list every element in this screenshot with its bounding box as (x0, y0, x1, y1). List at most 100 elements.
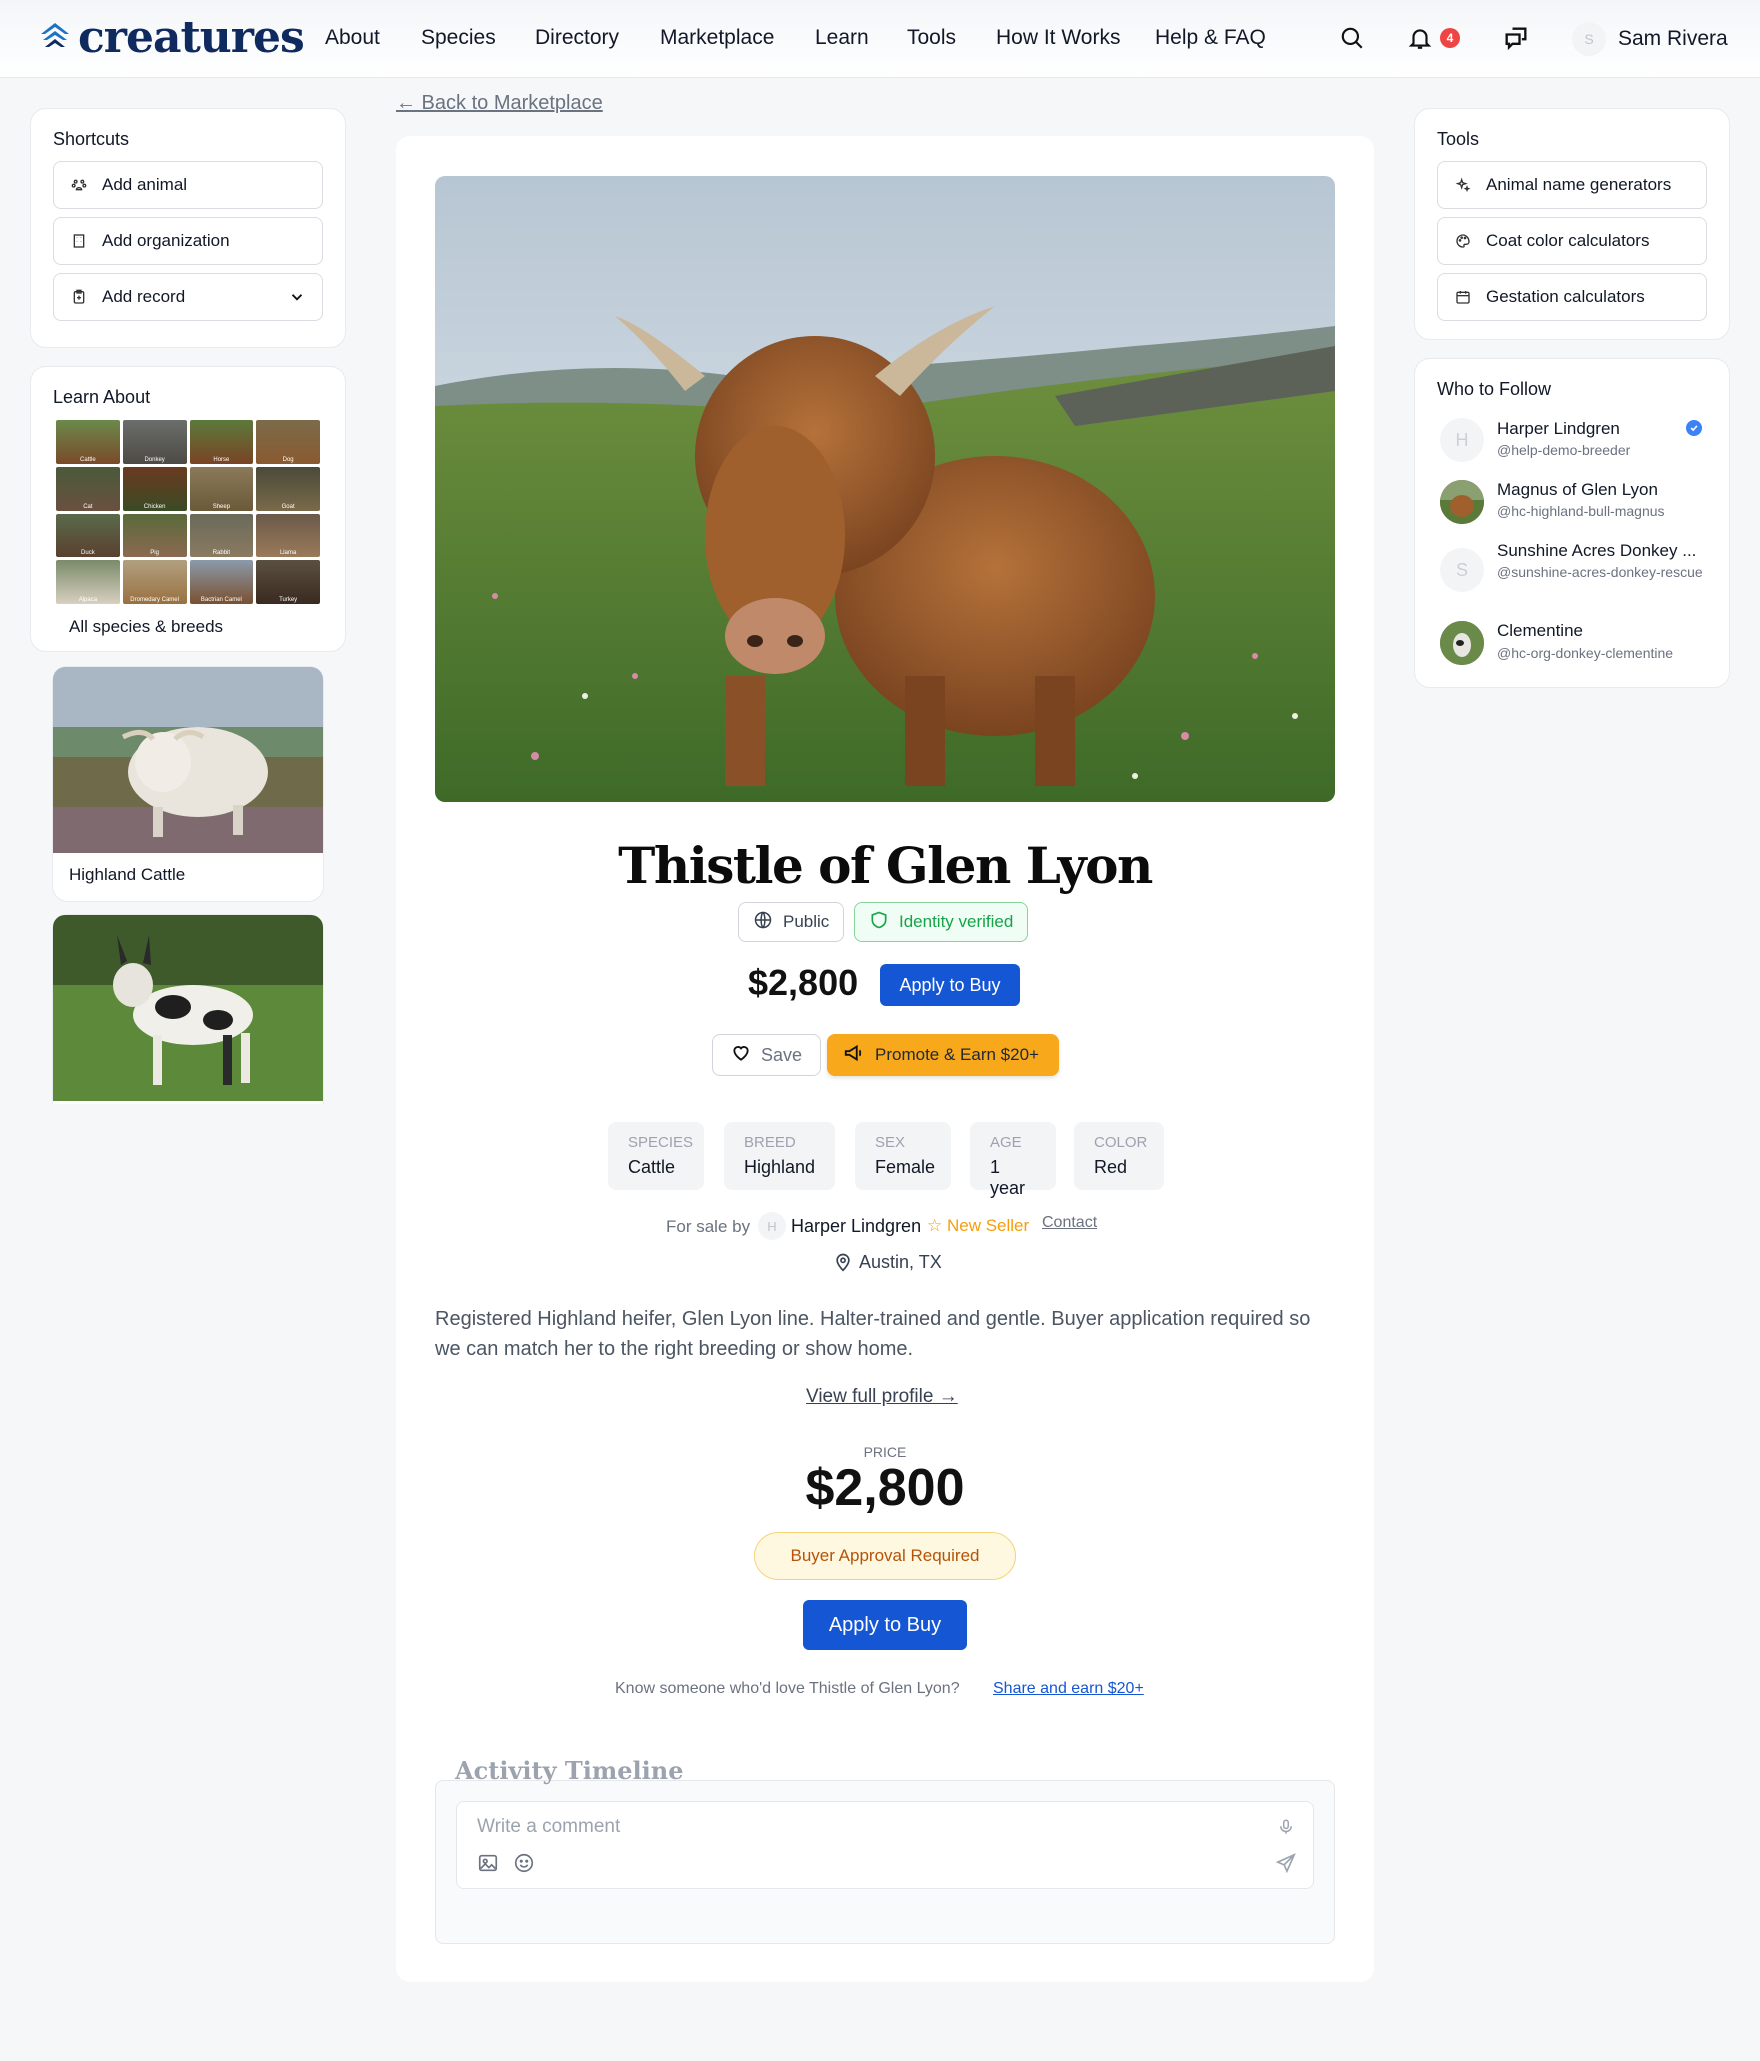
species-tile-chicken[interactable]: Chicken (122, 466, 187, 511)
nav-directory[interactable]: Directory (535, 26, 619, 50)
add-record-label: Add record (102, 287, 186, 306)
apply-to-buy-button-large[interactable]: Apply to Buy (803, 1600, 967, 1650)
view-full-profile-link[interactable]: View full profile → (806, 1386, 958, 1408)
follow-name[interactable]: Sunshine Acres Donkey ... (1497, 541, 1696, 561)
tool-label: Gestation calculators (1486, 287, 1645, 306)
image-icon[interactable] (477, 1852, 499, 1879)
species-tile-duck[interactable]: Duck (56, 513, 120, 558)
species-tile-bactrian-camel[interactable]: Bactrian Camel (189, 560, 254, 604)
comment-composer: Write a comment (456, 1801, 1314, 1889)
donkey-image[interactable] (53, 915, 323, 1101)
follow-handle: @help-demo-breeder (1497, 442, 1631, 458)
spec-sex: Sex Female (855, 1122, 951, 1190)
listing-hero-image[interactable] (435, 176, 1335, 802)
contact-link[interactable]: Contact (1042, 1214, 1097, 1232)
spec-key: Breed (744, 1134, 796, 1151)
species-tile-label: Cattle (80, 456, 96, 463)
messages-icon[interactable] (1500, 22, 1532, 54)
promote-earn-button[interactable]: Promote & Earn $20+ (827, 1034, 1059, 1076)
add-organization-button[interactable]: Add organization (53, 217, 323, 265)
species-tile-label: Donkey (144, 456, 165, 463)
emoji-icon[interactable] (513, 1852, 535, 1879)
identity-verified-label: Identity verified (899, 912, 1014, 931)
share-earn-link[interactable]: Share and earn $20+ (993, 1680, 1144, 1698)
comment-input[interactable]: Write a comment (477, 1816, 620, 1838)
animal-name-generators-button[interactable]: Animal name generators (1437, 161, 1707, 209)
logo-text: creatures (78, 11, 305, 63)
spec-value: Highland (744, 1157, 816, 1177)
species-tile-llama[interactable]: Llama (256, 513, 320, 558)
species-tile-cattle[interactable]: Cattle (56, 420, 120, 464)
follow-handle: @sunshine-acres-donkey-rescue (1497, 564, 1703, 580)
nav-help-faq[interactable]: Help & FAQ (1155, 26, 1266, 50)
species-tile-horse[interactable]: Horse (189, 420, 254, 464)
spec-species: Species Cattle (608, 1122, 704, 1190)
seller-name[interactable]: Harper Lindgren (791, 1216, 921, 1237)
identity-verified-badge: Identity verified (854, 902, 1029, 942)
tool-label: Animal name generators (1486, 175, 1672, 194)
nav-tools[interactable]: Tools (907, 26, 956, 50)
avatar[interactable] (1440, 621, 1484, 665)
logo-icon (41, 23, 69, 47)
save-button[interactable]: Save (712, 1034, 822, 1076)
avatar[interactable]: H (1440, 418, 1484, 462)
species-tile-sheep[interactable]: Sheep (189, 466, 254, 511)
gestation-calculators-button[interactable]: Gestation calculators (1437, 273, 1707, 321)
species-tile-pig[interactable]: Pig (122, 513, 187, 558)
highland-cattle-image[interactable] (53, 667, 323, 853)
species-tile-turkey[interactable]: Turkey (256, 560, 320, 604)
megaphone-icon (843, 1042, 865, 1069)
microphone-icon[interactable] (1277, 1818, 1295, 1841)
nav-learn[interactable]: Learn (815, 26, 869, 50)
species-tile-dromedary-camel[interactable]: Dromedary Camel (122, 560, 187, 604)
globe-icon (753, 910, 773, 935)
add-animal-button[interactable]: Add animal (53, 161, 323, 209)
spec-age: Age 1 year (970, 1122, 1056, 1198)
share-prompt: Know someone who'd love Thistle of Glen … (615, 1680, 960, 1697)
location-pin-icon (833, 1252, 853, 1277)
apply-to-buy-button[interactable]: Apply to Buy (880, 964, 1020, 1006)
add-animal-label: Add animal (102, 175, 188, 194)
nav-how-it-works[interactable]: How It Works (996, 26, 1120, 50)
species-tile-label: Sheep (212, 503, 231, 510)
species-grid[interactable]: Cattle Donkey Horse Dog Cat Chicken Shee… (56, 420, 320, 604)
logo[interactable]: creatures (38, 11, 305, 63)
bell-icon[interactable] (1404, 22, 1436, 54)
visibility-badge: Public (738, 902, 845, 942)
seller-avatar[interactable]: H (758, 1212, 786, 1240)
coat-color-calculators-button[interactable]: Coat color calculators (1437, 217, 1707, 265)
follow-handle: @hc-highland-bull-magnus (1497, 503, 1665, 519)
search-icon[interactable] (1336, 22, 1368, 54)
building-icon (70, 232, 88, 250)
follow-name[interactable]: Magnus of Glen Lyon (1497, 480, 1658, 500)
spec-breed: Breed Highland (724, 1122, 835, 1190)
nav-species[interactable]: Species (421, 26, 496, 50)
back-to-marketplace-link[interactable]: ← Back to Marketplace (396, 92, 603, 115)
species-tile-label: Duck (81, 550, 95, 557)
avatar[interactable]: S (1572, 22, 1606, 56)
spec-value: Red (1094, 1157, 1128, 1177)
spec-color: Color Red (1074, 1122, 1164, 1190)
species-tile-label: Rabbit (212, 550, 231, 557)
add-record-button[interactable]: Add record (53, 273, 323, 321)
species-tile-label: Bactrian Camel (200, 597, 242, 603)
follow-name[interactable]: Clementine (1497, 621, 1583, 641)
chevron-down-icon[interactable] (288, 288, 306, 311)
species-tile-goat[interactable]: Goat (256, 466, 320, 511)
species-tile-cat[interactable]: Cat (56, 466, 120, 511)
follow-name[interactable]: Harper Lindgren (1497, 419, 1620, 439)
tools-title: Tools (1437, 129, 1480, 149)
nav-marketplace[interactable]: Marketplace (660, 26, 774, 50)
user-name[interactable]: Sam Rivera (1618, 27, 1728, 51)
species-tile-donkey[interactable]: Donkey (122, 420, 187, 464)
send-icon[interactable] (1275, 1852, 1297, 1879)
seller-prefix: For sale by (666, 1217, 751, 1236)
nav-about[interactable]: About (325, 26, 380, 50)
all-species-link[interactable]: All species & breeds (69, 617, 223, 637)
species-tile-rabbit[interactable]: Rabbit (189, 513, 254, 558)
species-tile-dog[interactable]: Dog (256, 420, 320, 464)
avatar[interactable] (1440, 480, 1484, 524)
species-tile-label: Dromedary Camel (130, 597, 179, 603)
avatar[interactable]: S (1440, 548, 1484, 592)
species-tile-alpaca[interactable]: Alpaca (56, 560, 120, 604)
